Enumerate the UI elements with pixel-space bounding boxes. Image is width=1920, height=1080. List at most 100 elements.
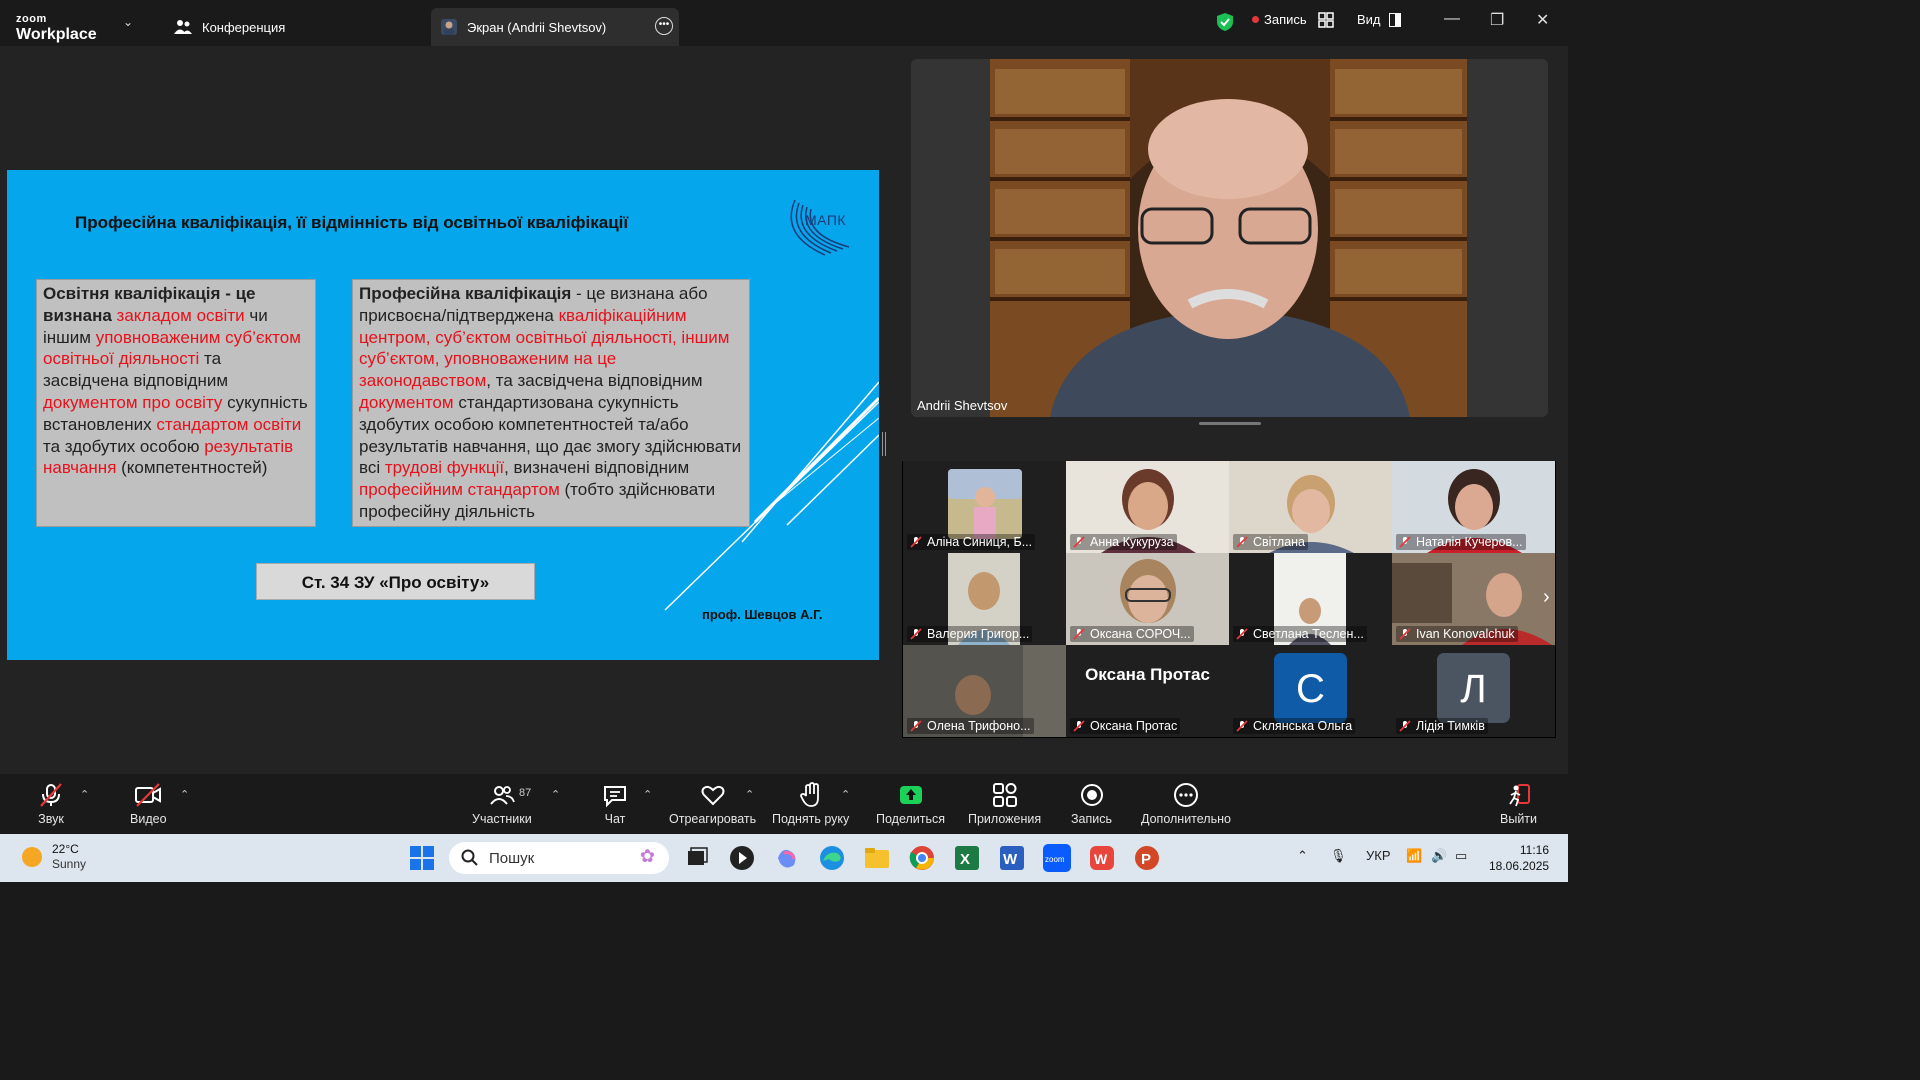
shared-slide: Професійна кваліфікація, її відмінність …	[7, 170, 879, 660]
participant-tile[interactable]: Ivan Konovalchuk	[1392, 553, 1555, 645]
minimize-icon[interactable]: —	[1444, 10, 1460, 28]
text: , визначені відповідним	[504, 458, 690, 478]
raise-hand-button[interactable]: Поднять руку	[772, 782, 849, 826]
record-button[interactable]: Запись	[1071, 782, 1112, 826]
participant-name: Ivan Konovalchuk	[1396, 626, 1518, 642]
participant-tile[interactable]: Оксана СОРОЧ...	[1066, 553, 1229, 645]
powerpoint-icon[interactable]: P	[1132, 843, 1162, 873]
chrome-icon[interactable]	[907, 843, 937, 873]
copilot-icon[interactable]	[772, 843, 802, 873]
word-icon[interactable]: W	[997, 843, 1027, 873]
speaker-name: Andrii Shevtsov	[917, 398, 1008, 413]
participant-name: Склянська Ольга	[1233, 718, 1356, 734]
highlight: професійним стандартом	[359, 480, 560, 500]
raise-hand-label: Поднять руку	[772, 812, 850, 826]
people-icon	[174, 19, 192, 35]
mic-muted-icon	[1236, 628, 1248, 640]
mic-muted-icon	[1073, 628, 1085, 640]
task-view-icon[interactable]	[682, 843, 712, 873]
tab-label: Экран (Andrii Shevtsov)	[467, 19, 607, 35]
participants-label: Участники	[472, 812, 532, 826]
share-button[interactable]: Поделиться	[876, 782, 945, 826]
apps-button[interactable]: Приложения	[968, 782, 1041, 826]
record-label: Запись	[1264, 12, 1307, 27]
gallery-next-icon[interactable]: ›	[1543, 586, 1550, 609]
view-layout-icon	[1388, 12, 1401, 27]
highlight: документом про освіту	[43, 392, 223, 412]
participant-tile[interactable]: Олена Трифоно...	[903, 645, 1066, 737]
media-player-icon[interactable]	[727, 843, 757, 873]
heart-icon	[701, 785, 725, 806]
leave-button[interactable]: Выйти	[1500, 782, 1537, 826]
more-icon[interactable]: •••	[655, 17, 673, 35]
video-label: Видео	[130, 812, 167, 826]
education-qualification-box: Освітня кваліфікація - це визнана заклад…	[36, 279, 316, 527]
video-options-chevron-icon[interactable]: ⌃	[180, 788, 189, 801]
svg-text:P: P	[1141, 851, 1151, 868]
active-speaker-video[interactable]: Andrii Shevtsov	[911, 59, 1548, 417]
video-button[interactable]: Видео	[130, 782, 167, 826]
pane-splitter[interactable]	[882, 432, 886, 456]
tab-screen-share[interactable]: Экран (Andrii Shevtsov) •••	[431, 8, 679, 46]
taskbar-search[interactable]: Пошук ✿	[449, 842, 669, 874]
participant-tile[interactable]: Світлана	[1229, 461, 1392, 553]
zoom-logo: zoom Workplace	[16, 10, 97, 43]
meeting-toolbar: Звук ⌃ Видео ⌃ Участники 87 ⌃ Чат ⌃ Отре…	[0, 774, 1568, 834]
tray-expand-icon[interactable]: ⌃	[1297, 848, 1308, 864]
mic-muted-icon	[1236, 720, 1248, 732]
wifi-icon[interactable]: 📶	[1406, 848, 1422, 864]
mic-muted-icon	[1236, 536, 1248, 548]
microphone-icon[interactable]: 🎙	[1330, 848, 1347, 864]
audio-button[interactable]: Звук	[38, 782, 64, 826]
mic-muted-icon	[1399, 720, 1411, 732]
search-icon	[461, 849, 478, 866]
participant-tile[interactable]: Светлана Теслен...	[1229, 553, 1392, 645]
file-explorer-icon[interactable]	[862, 843, 892, 873]
security-shield-icon[interactable]	[1216, 12, 1234, 32]
brand-small: zoom	[16, 13, 47, 25]
chat-options-chevron-icon[interactable]: ⌃	[643, 788, 652, 801]
zoom-app-icon[interactable]: zoom	[1042, 843, 1072, 873]
windows-start-icon[interactable]	[410, 846, 434, 870]
edge-icon[interactable]	[817, 843, 847, 873]
raise-hand-options-chevron-icon[interactable]: ⌃	[841, 788, 850, 801]
time: 11:16	[1519, 843, 1549, 857]
apps-label: Приложения	[968, 812, 1042, 826]
restore-icon[interactable]: ❐	[1490, 10, 1504, 30]
react-button[interactable]: Отреагировать	[669, 782, 756, 826]
more-button[interactable]: Дополнительно	[1141, 782, 1231, 826]
participants-options-chevron-icon[interactable]: ⌃	[551, 788, 560, 801]
excel-icon[interactable]: X	[952, 843, 982, 873]
input-language[interactable]: УКР	[1366, 848, 1391, 863]
participant-tile[interactable]: Валерия Григор...	[903, 553, 1066, 645]
audio-options-chevron-icon[interactable]: ⌃	[80, 788, 89, 801]
close-icon[interactable]: ✕	[1536, 10, 1549, 30]
participant-tile[interactable]: Наталія Кучеров...	[1392, 461, 1555, 553]
react-options-chevron-icon[interactable]: ⌃	[745, 788, 754, 801]
gallery-grid-icon[interactable]	[1318, 12, 1334, 28]
tab-label: Конференция	[202, 19, 286, 35]
resize-handle[interactable]	[1199, 422, 1261, 425]
wps-icon[interactable]: W	[1087, 843, 1117, 873]
participant-name: Світлана	[1233, 534, 1308, 550]
recording-indicator[interactable]: Запись	[1252, 12, 1307, 27]
participant-tile[interactable]: С Склянська Ольга	[1229, 645, 1392, 737]
participant-tile[interactable]: Оксана Протас Оксана Протас	[1066, 645, 1229, 737]
slide-author: проф. Шевцов А.Г.	[702, 607, 823, 622]
clock[interactable]: 11:16 18.06.2025	[1489, 842, 1549, 874]
chat-button[interactable]: Чат	[602, 782, 628, 826]
weather-widget[interactable]: 22°C Sunny	[22, 842, 86, 872]
title-bar: zoom Workplace ⌄ Конференция Экран (Andr…	[0, 0, 1568, 46]
view-menu[interactable]: Вид	[1357, 12, 1401, 27]
volume-icon[interactable]: 🔊	[1431, 848, 1447, 864]
chevron-down-icon[interactable]: ⌄	[123, 15, 133, 29]
participant-tile[interactable]: Л Лідія Тимків	[1392, 645, 1555, 737]
mic-muted-icon	[1399, 536, 1411, 548]
battery-icon[interactable]: ▭	[1455, 848, 1467, 864]
tab-conference[interactable]: Конференция	[170, 8, 285, 46]
speaker-camera-feed	[990, 59, 1467, 417]
record-label: Запись	[1071, 812, 1113, 826]
participant-tile[interactable]: Аліна Синиця, Б...	[903, 461, 1066, 553]
avatar: С	[1274, 653, 1347, 723]
participant-tile[interactable]: Анна Кукуруза	[1066, 461, 1229, 553]
